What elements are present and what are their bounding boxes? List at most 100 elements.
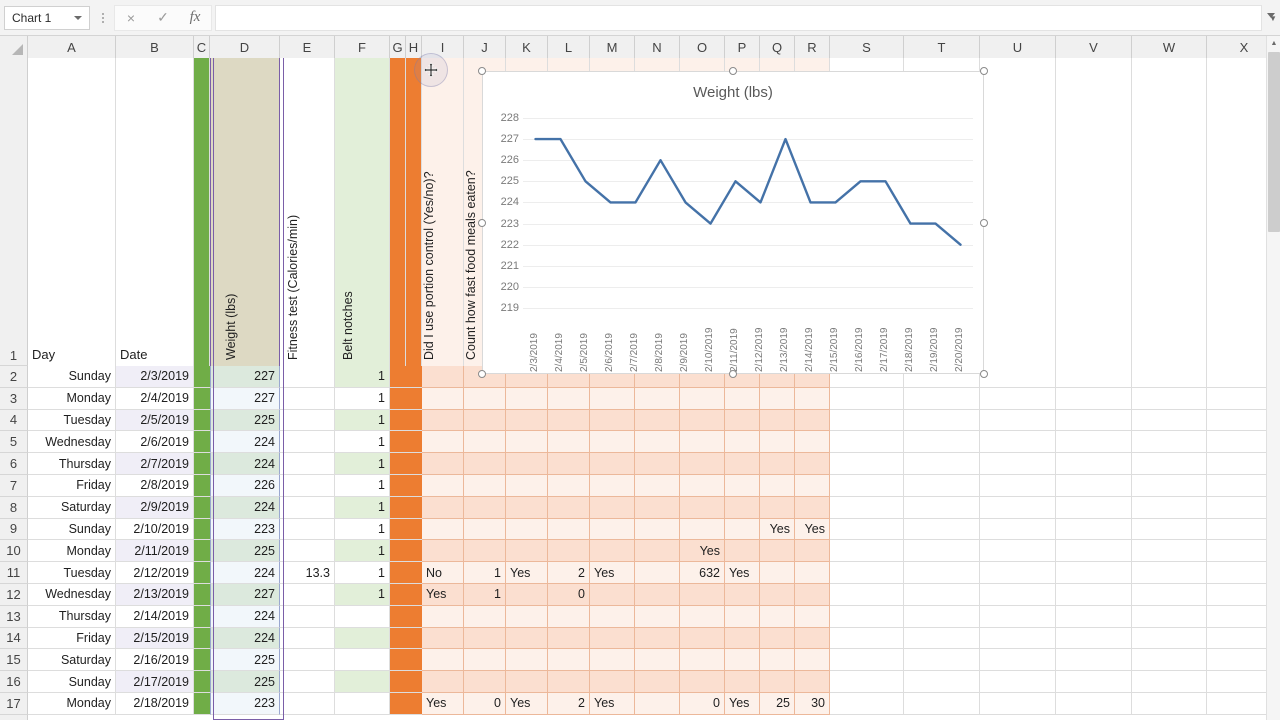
cell-v17[interactable] <box>1056 692 1132 715</box>
cell-l14[interactable] <box>548 627 590 650</box>
cell-t10[interactable] <box>904 540 980 563</box>
cell-f4[interactable]: 1 <box>335 409 390 432</box>
cell-s4[interactable] <box>830 409 904 432</box>
cell-k14[interactable] <box>506 627 548 650</box>
cell-h13[interactable] <box>406 605 422 628</box>
cell-b6[interactable]: 2/7/2019 <box>116 453 194 475</box>
cancel-formula-button[interactable]: × <box>115 6 147 30</box>
header-cell-g[interactable]: Solution Measures <box>390 58 406 366</box>
cell-o6[interactable] <box>680 453 725 475</box>
cell-c3[interactable] <box>194 387 210 410</box>
cell-h11[interactable] <box>406 562 422 584</box>
cell-w13[interactable] <box>1132 605 1207 628</box>
cell-c15[interactable] <box>194 649 210 672</box>
cell-w5[interactable] <box>1132 431 1207 454</box>
cell-m4[interactable] <box>590 409 635 432</box>
cell-g9[interactable] <box>390 518 406 541</box>
table-row[interactable]: Tuesday 2/12/2019 224 13.3 1 No 1 Yes 2 Yes 632 Yes <box>28 562 1280 584</box>
column-header-m[interactable]: M <box>590 36 635 58</box>
formula-bar-drag-handle[interactable] <box>96 7 110 29</box>
table-row[interactable]: Thursday 2/7/2019 224 1 <box>28 453 1280 475</box>
cell-o11[interactable]: 632 <box>680 562 725 584</box>
cell-g11[interactable] <box>390 562 406 584</box>
cell-w4[interactable] <box>1132 409 1207 432</box>
cell-a7[interactable]: Friday <box>28 474 116 497</box>
table-row[interactable]: Sunday 2/10/2019 223 1 Yes Yes <box>28 518 1280 541</box>
cell-i7[interactable] <box>422 474 464 497</box>
name-box[interactable]: Chart 1 <box>4 5 90 30</box>
cell-g15[interactable] <box>390 649 406 672</box>
row-header-13[interactable]: 13 <box>0 605 28 628</box>
cell-k5[interactable] <box>506 431 548 454</box>
cell-l13[interactable] <box>548 605 590 628</box>
cell-a10[interactable]: Monday <box>28 540 116 563</box>
ribbon-collapse-icon[interactable]: ▼ <box>1266 8 1280 28</box>
cell-o9[interactable] <box>680 518 725 541</box>
cell-k13[interactable] <box>506 605 548 628</box>
cell-n12[interactable] <box>635 583 680 606</box>
cell-j13[interactable] <box>464 605 506 628</box>
cell-j11[interactable]: 1 <box>464 562 506 584</box>
cell-h3[interactable] <box>406 387 422 410</box>
scroll-up-icon[interactable]: ▲ <box>1267 36 1280 50</box>
cell-u4[interactable] <box>980 409 1056 432</box>
cell-v2[interactable] <box>1056 366 1132 388</box>
cell-b5[interactable]: 2/6/2019 <box>116 431 194 454</box>
vertical-scrollbar[interactable]: ▲ <box>1266 36 1280 720</box>
cell-n14[interactable] <box>635 627 680 650</box>
column-header-e[interactable]: E <box>280 36 335 58</box>
cell-p15[interactable] <box>725 649 760 672</box>
cell-m14[interactable] <box>590 627 635 650</box>
cell-i5[interactable] <box>422 431 464 454</box>
row-header-12[interactable]: 12 <box>0 583 28 606</box>
cell-n15[interactable] <box>635 649 680 672</box>
cell-i13[interactable] <box>422 605 464 628</box>
cell-w16[interactable] <box>1132 671 1207 693</box>
cell-t16[interactable] <box>904 671 980 693</box>
cell-k16[interactable] <box>506 671 548 693</box>
cell-a14[interactable]: Friday <box>28 627 116 650</box>
cell-b15[interactable]: 2/16/2019 <box>116 649 194 672</box>
cell-n3[interactable] <box>635 387 680 410</box>
cell-b2[interactable]: 2/3/2019 <box>116 366 194 388</box>
cell-k10[interactable] <box>506 540 548 563</box>
cell-e8[interactable] <box>280 496 335 519</box>
cell-h9[interactable] <box>406 518 422 541</box>
cell-w17[interactable] <box>1132 692 1207 715</box>
cell-q17[interactable]: 25 <box>760 692 795 715</box>
cell-p7[interactable] <box>725 474 760 497</box>
cell-j5[interactable] <box>464 431 506 454</box>
cell-e5[interactable] <box>280 431 335 454</box>
cell-i17[interactable]: Yes <box>422 692 464 715</box>
cell-r11[interactable] <box>795 562 830 584</box>
cell-g16[interactable] <box>390 671 406 693</box>
cell-c11[interactable] <box>194 562 210 584</box>
cell-r8[interactable] <box>795 496 830 519</box>
cell-j8[interactable] <box>464 496 506 519</box>
cell-l10[interactable] <box>548 540 590 563</box>
cell-t7[interactable] <box>904 474 980 497</box>
cell-w11[interactable] <box>1132 562 1207 584</box>
cell-a2[interactable]: Sunday <box>28 366 116 388</box>
cell-l7[interactable] <box>548 474 590 497</box>
cell-v13[interactable] <box>1056 605 1132 628</box>
cell-c2[interactable] <box>194 366 210 388</box>
cell-u17[interactable] <box>980 692 1056 715</box>
cell-n9[interactable] <box>635 518 680 541</box>
header-cell-e[interactable]: Fitness test (Calories/min) <box>280 58 335 366</box>
column-header-k[interactable]: K <box>506 36 548 58</box>
cell-w8[interactable] <box>1132 496 1207 519</box>
cell-d17[interactable]: 223 <box>210 692 280 715</box>
cell-l16[interactable] <box>548 671 590 693</box>
cell-k12[interactable] <box>506 583 548 606</box>
cell-q13[interactable] <box>760 605 795 628</box>
cell-a12[interactable]: Wednesday <box>28 583 116 606</box>
cell-g10[interactable] <box>390 540 406 563</box>
chart-resize-handle[interactable] <box>980 218 988 227</box>
cell-q12[interactable] <box>760 583 795 606</box>
cell-g6[interactable] <box>390 453 406 475</box>
cell-g14[interactable] <box>390 627 406 650</box>
cell-u11[interactable] <box>980 562 1056 584</box>
column-header-g[interactable]: G <box>390 36 406 58</box>
cell-l5[interactable] <box>548 431 590 454</box>
